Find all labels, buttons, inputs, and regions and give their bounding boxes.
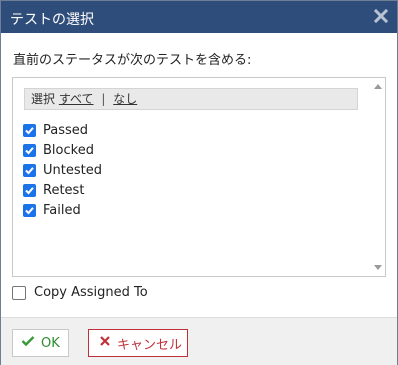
checkbox-failed[interactable] — [23, 203, 36, 217]
option-label: Failed — [43, 202, 81, 218]
scroll-up-icon[interactable] — [374, 84, 382, 89]
ok-button[interactable]: OK — [12, 329, 69, 357]
option-label: Retest — [43, 182, 85, 198]
scroll-down-icon[interactable] — [374, 265, 382, 270]
option-retest[interactable]: Retest — [23, 181, 84, 199]
copy-assigned-option[interactable]: Copy Assigned To — [12, 285, 148, 300]
select-label: 選択 — [31, 92, 56, 106]
close-icon[interactable] — [373, 8, 389, 24]
checkbox-retest[interactable] — [23, 183, 36, 197]
dialog-footer: OK キャンセル — [1, 317, 397, 365]
cancel-button[interactable]: キャンセル — [88, 329, 188, 357]
copy-assigned-checkbox[interactable] — [12, 285, 26, 300]
status-list: 選択 すべて | なし Passed Blocked Untested Rete… — [12, 77, 386, 277]
checkbox-blocked[interactable] — [23, 143, 36, 157]
option-label: Blocked — [43, 142, 94, 158]
option-failed[interactable]: Failed — [23, 201, 81, 219]
checkbox-untested[interactable] — [23, 163, 36, 177]
select-tests-dialog: テストの選択 直前のステータスが次のテストを含める: 選択 すべて | なし P… — [0, 0, 398, 365]
option-label: Passed — [43, 122, 89, 138]
option-blocked[interactable]: Blocked — [23, 141, 94, 159]
checkbox-passed[interactable] — [23, 123, 36, 137]
select-none-link[interactable]: なし — [113, 92, 137, 106]
option-passed[interactable]: Passed — [23, 121, 88, 139]
dialog-title: テストの選択 — [10, 12, 94, 28]
list-scrollbar[interactable] — [371, 78, 385, 276]
select-separator: | — [101, 92, 106, 106]
check-icon — [21, 335, 35, 351]
select-bar: 選択 すべて | なし — [24, 88, 358, 110]
ok-label: OK — [41, 335, 60, 351]
select-all-link[interactable]: すべて — [59, 92, 94, 106]
option-untested[interactable]: Untested — [23, 161, 102, 179]
instruction-text: 直前のステータスが次のテストを含める: — [13, 53, 252, 68]
x-icon — [99, 335, 111, 351]
copy-assigned-label: Copy Assigned To — [34, 285, 148, 300]
dialog-titlebar: テストの選択 — [1, 1, 397, 33]
option-label: Untested — [43, 162, 102, 178]
cancel-label: キャンセル — [117, 337, 183, 353]
